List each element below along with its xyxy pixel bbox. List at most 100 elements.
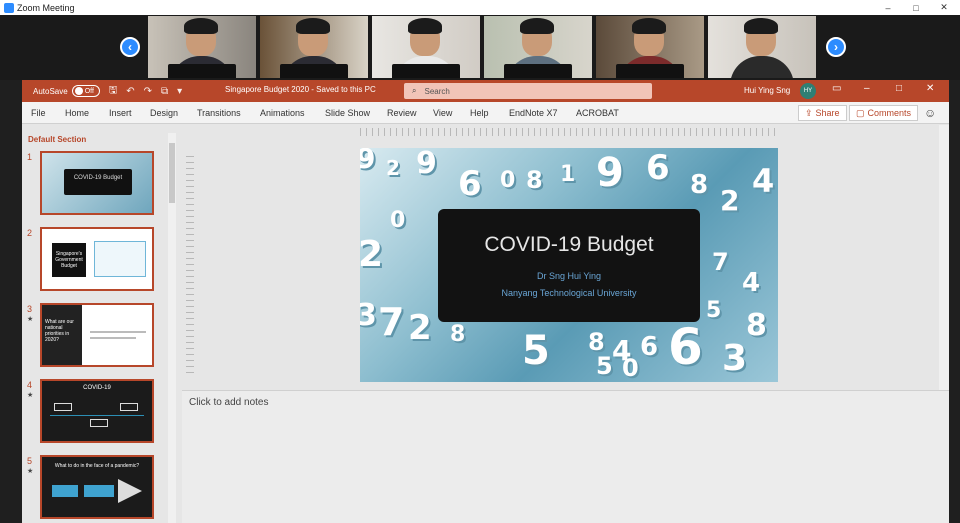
ppt-close-button[interactable]: ✕: [926, 83, 934, 94]
thumb-text-line: [90, 331, 146, 333]
participant-video-6[interactable]: [708, 16, 816, 78]
background-digit: 6: [646, 148, 670, 188]
close-button[interactable]: ✕: [932, 0, 956, 15]
comment-icon: ▢: [856, 107, 865, 118]
background-digit: 2: [720, 184, 740, 217]
horizontal-ruler: [360, 128, 780, 136]
tab-view[interactable]: View: [433, 108, 452, 118]
tab-design[interactable]: Design: [150, 108, 178, 118]
prev-participants-button[interactable]: ‹: [120, 37, 140, 57]
background-digit: 7: [712, 248, 729, 276]
thumb-timeline-box: [54, 403, 72, 411]
ribbon-tabs: File Home Insert Design Transitions Anim…: [22, 102, 949, 124]
title-box[interactable]: COVID-19 Budget Dr Sng Hui Ying Nanyang …: [438, 209, 700, 322]
background-digit: 9: [596, 150, 624, 196]
slide-thumbnail-3[interactable]: What are our national priorities in 2020…: [40, 303, 154, 367]
background-digit: 1: [560, 162, 576, 187]
participant-video-1[interactable]: [148, 16, 256, 78]
tab-slide-show[interactable]: Slide Show: [325, 108, 370, 118]
autosave-state: Off: [84, 87, 94, 95]
share-label: Share: [815, 108, 840, 118]
slide-number: 2: [27, 228, 33, 238]
search-input[interactable]: ⌕ Search: [404, 83, 652, 99]
background-digit: 0: [500, 168, 516, 193]
section-label[interactable]: Default Section: [28, 135, 86, 144]
search-placeholder: Search: [424, 86, 450, 96]
background-digit: 5: [522, 328, 550, 374]
autosave-toggle[interactable]: Off: [71, 85, 100, 97]
thumb-title: Singapore's Government Budget: [52, 243, 86, 277]
background-digit: 3: [360, 298, 377, 333]
tab-file[interactable]: File: [31, 108, 46, 118]
participant-video-3[interactable]: [372, 16, 480, 78]
participant-hair: [520, 18, 554, 34]
tab-insert[interactable]: Insert: [109, 108, 132, 118]
slide-thumbnail-4[interactable]: COVID-19: [40, 379, 154, 443]
avatar[interactable]: HY: [800, 83, 816, 99]
tab-transitions[interactable]: Transitions: [197, 108, 241, 118]
tab-acrobat[interactable]: ACROBAT: [576, 108, 619, 118]
ribbon-display-options-icon[interactable]: ▭: [832, 83, 841, 94]
thumb-title: What are our national priorities in 2020…: [42, 305, 82, 365]
slide-thumbnail-5[interactable]: What to do in the face of a pandemic?: [40, 455, 154, 519]
background-digit: 4: [752, 162, 775, 200]
thumb-text-line: [90, 337, 136, 339]
maximize-button[interactable]: □: [904, 0, 928, 15]
comments-button[interactable]: ▢ Comments: [849, 105, 919, 121]
customize-toolbar-icon[interactable]: ▾: [177, 86, 182, 97]
slide-affiliation[interactable]: Nanyang Technological University: [438, 288, 700, 298]
thumb-timeline-box: [90, 419, 108, 427]
undo-icon[interactable]: ↶: [126, 86, 134, 97]
background-digit: 5: [596, 352, 613, 380]
participant-video-2[interactable]: [260, 16, 368, 78]
scrollbar-thumb[interactable]: [169, 143, 175, 203]
slide-title[interactable]: COVID-19 Budget: [438, 233, 700, 257]
participant-hair: [632, 18, 666, 34]
participant-laptop: [504, 64, 572, 78]
tab-endnote[interactable]: EndNote X7: [509, 108, 558, 118]
participant-laptop: [280, 64, 348, 78]
participant-hair: [744, 18, 778, 34]
ppt-restore-button[interactable]: □: [896, 83, 902, 94]
editor-scrollbar[interactable]: [939, 125, 949, 390]
participant-hair: [296, 18, 330, 34]
background-digit: 4: [742, 268, 761, 298]
thumbnail-scrollbar[interactable]: [168, 133, 176, 523]
background-digit: 0: [390, 208, 406, 233]
slide-thumbnail-pane: Default Section 1 COVID-19 Budget 2 Sing…: [22, 125, 180, 523]
feedback-smiley-icon[interactable]: ☺: [924, 106, 936, 120]
participant-hair: [184, 18, 218, 34]
document-title[interactable]: Singapore Budget 2020 - Saved to this PC: [225, 85, 376, 94]
slide-thumbnail-2[interactable]: Singapore's Government Budget: [40, 227, 154, 291]
user-name[interactable]: Hui Ying Sng: [744, 86, 790, 95]
tab-review[interactable]: Review: [387, 108, 417, 118]
background-digit: 0: [622, 354, 639, 382]
slide-author[interactable]: Dr Sng Hui Ying: [438, 271, 700, 281]
background-digit: 9: [360, 148, 376, 175]
background-digit: 3: [722, 338, 748, 379]
next-participants-button[interactable]: ›: [826, 37, 846, 57]
current-slide[interactable]: 9 2 9 6 0 8 1 9 6 8 2 4 2 0 7 4 5 8 3 7 …: [360, 148, 778, 382]
participant-laptop: [392, 64, 460, 78]
animation-star-icon: ★: [27, 316, 34, 323]
notes-pane[interactable]: Click to add notes: [182, 390, 949, 523]
tab-animations[interactable]: Animations: [260, 108, 305, 118]
ppt-minimize-button[interactable]: –: [864, 83, 870, 94]
slide-number: 1: [27, 152, 33, 162]
redo-icon[interactable]: ↷: [144, 86, 152, 97]
notes-placeholder[interactable]: Click to add notes: [189, 397, 269, 408]
present-icon[interactable]: ⧉: [161, 86, 168, 97]
tab-help[interactable]: Help: [470, 108, 489, 118]
thumb-title: What to do in the face of a pandemic?: [54, 463, 140, 469]
save-icon[interactable]: 🖫: [109, 83, 118, 100]
participant-video-4[interactable]: [484, 16, 592, 78]
minimize-button[interactable]: –: [876, 0, 900, 15]
ppt-titlebar: AutoSave Off 🖫 ↶ ↷ ⧉ ▾ Singapore Budget …: [22, 80, 949, 102]
background-digit: 2: [386, 156, 400, 180]
participant-video-5[interactable]: [596, 16, 704, 78]
tab-home[interactable]: Home: [65, 108, 89, 118]
autosave-label: AutoSave: [33, 86, 68, 96]
zoom-titlebar: Zoom Meeting – □ ✕: [0, 0, 960, 15]
share-button[interactable]: ⇪ Share: [798, 105, 847, 121]
slide-thumbnail-1[interactable]: COVID-19 Budget: [40, 151, 154, 215]
